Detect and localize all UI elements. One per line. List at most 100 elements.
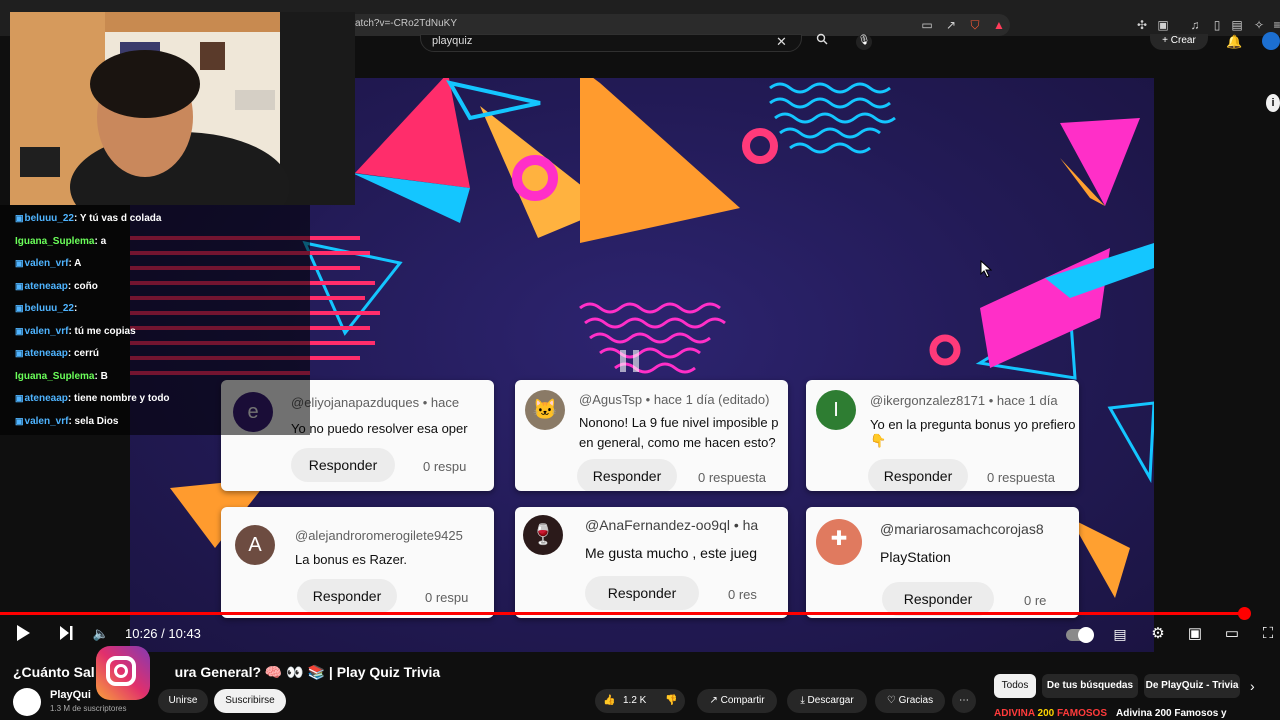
- like-icon[interactable]: 👍: [603, 689, 615, 713]
- reply-button[interactable]: Responder: [291, 448, 395, 482]
- chat-username[interactable]: Iguana_Suplema: [15, 236, 94, 247]
- settings-icon[interactable]: ⚙: [1146, 624, 1170, 644]
- thumb-text-3: FAMOSOS: [1057, 708, 1108, 719]
- comment-text: PlayStation: [880, 549, 951, 565]
- chat-message: ▣ateneaap: cerrú: [15, 348, 99, 359]
- chat-username[interactable]: ateneaap: [25, 348, 68, 359]
- media-icon[interactable]: ♫: [1188, 18, 1202, 32]
- chat-badge-icon: ▣: [15, 213, 24, 223]
- comment-handle: @mariarosamachcorojas8: [880, 521, 1044, 537]
- reply-count[interactable]: 0 respuesta: [698, 470, 766, 485]
- progress-bar[interactable]: [0, 612, 1246, 615]
- channel-name[interactable]: PlayQui: [50, 689, 91, 701]
- notifications-icon[interactable]: 🔔: [1226, 34, 1242, 50]
- chips-next-icon[interactable]: ›: [1250, 678, 1255, 694]
- volume-icon[interactable]: 🔈: [90, 624, 112, 644]
- search-input[interactable]: [420, 34, 802, 52]
- chip-from-searches[interactable]: De tus búsquedas: [1042, 674, 1138, 698]
- chat-text: : a: [94, 235, 107, 247]
- reply-button[interactable]: Responder: [882, 582, 994, 616]
- brave-shield-icon[interactable]: ⛉: [968, 18, 982, 32]
- chat-text: :: [73, 303, 78, 314]
- address-bar-url: atch?v=-CRo2TdNuKY: [355, 18, 457, 29]
- share-button[interactable]: ↗ Compartir: [697, 689, 777, 713]
- share-label: Compartir: [720, 695, 765, 706]
- subtitles-icon[interactable]: ▤: [1108, 624, 1132, 644]
- sidebar-icon[interactable]: ▯: [1210, 18, 1224, 32]
- chat-badge-icon: ▣: [15, 303, 24, 313]
- extensions-icon[interactable]: ✣: [1135, 18, 1149, 32]
- chat-username[interactable]: ateneaap: [25, 393, 68, 404]
- share-icon: ↗: [709, 695, 721, 706]
- reply-count[interactable]: 0 respu: [423, 459, 466, 474]
- progress-scrubber[interactable]: [1238, 607, 1252, 620]
- autoplay-toggle[interactable]: [1066, 626, 1096, 643]
- chat-message: ▣beluuu_22: Y tú vas d colada: [15, 213, 161, 224]
- cast-icon[interactable]: ▭: [920, 18, 934, 32]
- thanks-button[interactable]: ♡ Gracias: [875, 689, 945, 713]
- rewards-icon[interactable]: ▲: [992, 18, 1006, 32]
- reply-button[interactable]: Responder: [868, 459, 968, 491]
- comment-avatar: I: [816, 390, 856, 430]
- info-icon[interactable]: i: [1266, 94, 1280, 112]
- chat-username[interactable]: beluuu_22: [25, 213, 74, 224]
- fullscreen-icon[interactable]: ⛶: [1256, 624, 1280, 644]
- reply-button[interactable]: Responder: [577, 459, 677, 491]
- video-title-end: ura General? 🧠 👀 📚 | Play Quiz Trivia: [174, 664, 441, 680]
- chat-text: : tiene nombre y todo: [67, 393, 170, 404]
- video-title-start: ¿Cuánto Sal: [13, 664, 95, 680]
- comment-card-5: 🍷 @AnaFernandez-oo9ql • ha Me gusta much…: [515, 507, 788, 618]
- more-actions-button[interactable]: ⋯: [952, 689, 976, 713]
- chat-message: ▣beluuu_22:: [15, 303, 77, 314]
- next-video-thumbnail[interactable]: ADIVINA 200 FAMOSOS: [994, 708, 1114, 720]
- chat-message: ▣valen_vrf: sela Dios: [15, 416, 118, 427]
- reply-count[interactable]: 0 respuesta: [987, 470, 1055, 485]
- download-button[interactable]: ⤓ Descargar: [787, 689, 867, 713]
- avatar[interactable]: [1262, 32, 1280, 50]
- subscribe-button[interactable]: Suscribirse: [214, 689, 286, 713]
- leo-ai-icon[interactable]: ✧: [1252, 18, 1266, 32]
- reply-button[interactable]: Responder: [585, 576, 699, 610]
- chat-text: : Y tú vas d colada: [73, 213, 162, 224]
- search-icon[interactable]: [810, 33, 834, 49]
- thumb-text-1: ADIVINA: [994, 708, 1035, 719]
- like-dislike-group: 👍 1.2 K 👎: [595, 689, 685, 713]
- clear-search-icon[interactable]: ✕: [776, 34, 787, 50]
- dislike-icon[interactable]: 👎: [665, 689, 677, 713]
- reply-count[interactable]: 0 re: [1024, 593, 1046, 608]
- right-gutter: [1154, 78, 1280, 618]
- comment-handle: @AnaFernandez-oo9ql • ha: [585, 517, 759, 533]
- chat-username[interactable]: valen_vrf: [25, 326, 69, 337]
- chat-username[interactable]: beluuu_22: [25, 303, 74, 314]
- reply-count[interactable]: 0 respu: [425, 590, 468, 605]
- reply-count[interactable]: 0 res: [728, 587, 757, 602]
- like-count[interactable]: 1.2 K: [623, 689, 646, 713]
- time-display: 10:26 / 10:43: [125, 626, 201, 641]
- chip-from-playquiz[interactable]: De PlayQuiz - Trivia: [1144, 674, 1240, 698]
- next-video-title[interactable]: Adivina 200 Famosos y: [1116, 708, 1227, 719]
- chip-all[interactable]: Todos: [994, 674, 1036, 698]
- comment-avatar: A: [235, 525, 275, 565]
- stream-chat-overlay: ▣beluuu_22: Y tú vas d colada Iguana_Supl…: [0, 205, 310, 435]
- wallet-icon[interactable]: ▤: [1230, 18, 1244, 32]
- chat-badge-icon: ▣: [15, 280, 24, 291]
- chat-username[interactable]: valen_vrf: [25, 258, 69, 269]
- reply-button[interactable]: Responder: [297, 579, 397, 613]
- miniplayer-icon[interactable]: ▣: [1183, 624, 1207, 644]
- comment-card-2: 🐱 @AgusTsp • hace 1 día (editado) Nonono…: [515, 380, 788, 491]
- webcam-overlay: [10, 12, 355, 205]
- channel-avatar[interactable]: [13, 688, 41, 716]
- microphone-icon[interactable]: 🎙: [856, 34, 872, 50]
- join-button[interactable]: Unirse: [158, 689, 208, 713]
- chat-message: Iguana_Suplema: a: [15, 236, 106, 247]
- share-page-icon[interactable]: ↗: [944, 18, 958, 32]
- screenshot-icon[interactable]: ▣: [1156, 18, 1170, 32]
- next-icon[interactable]: [55, 624, 77, 646]
- menu-icon[interactable]: ≡: [1270, 18, 1280, 32]
- chat-username[interactable]: ateneaap: [25, 281, 68, 292]
- create-button[interactable]: + Crear: [1150, 34, 1208, 50]
- chat-username[interactable]: valen_vrf: [25, 416, 69, 427]
- theater-mode-icon[interactable]: ▭: [1220, 624, 1244, 644]
- play-icon[interactable]: [12, 624, 34, 646]
- chat-username[interactable]: Iguana_Suplema: [15, 371, 94, 382]
